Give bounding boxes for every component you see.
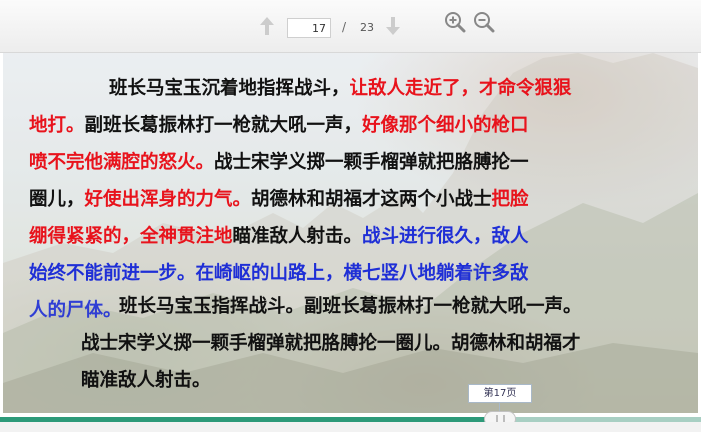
paragraph-summary: 班长马宝玉指挥战斗。副班长葛振林打一枪就大吼一声。战士宋学义掷一颗手榴弹就把胳膊… (81, 288, 641, 399)
arrow-up-icon[interactable] (257, 14, 277, 38)
zoom-in-icon[interactable] (444, 11, 466, 33)
text-run: 圈儿， (29, 189, 85, 210)
text-line: 圈儿，好使出浑身的力气。胡德林和胡福才这两个小战士把脸 (29, 181, 629, 218)
tooltip-stem (499, 403, 500, 411)
text-run: 班长马宝玉沉着地指挥战斗， (109, 78, 350, 99)
summary-line: 班长马宝玉指挥战斗。副班长葛振林打一枪就大吼一声。 (119, 296, 582, 317)
text-run: 好像那个细小的枪口 (362, 115, 529, 136)
text-run: 把脸 (491, 189, 529, 210)
text-run: 胡德林和胡福才这两个小战士 (251, 189, 492, 210)
text-run: 瞄准敌人射击。 (232, 226, 363, 247)
summary-line: 战士宋学义掷一颗手榴弹就把胳膊抡一圈儿。胡德林和胡福才 (81, 333, 581, 354)
slide-canvas: 班长马宝玉沉着地指挥战斗，让敌人走近了，才命令狠狠 地打。副班长葛振林打一枪就大吼… (3, 53, 698, 413)
text-run: 始终不能前进一步。在崎岖的山路上，横七竖八地躺着许多敌 (29, 263, 529, 284)
text-run: 绷得紧紧的，全神贯注地 (29, 226, 233, 247)
total-pages: 23 (360, 21, 374, 34)
text-line: 班长马宝玉沉着地指挥战斗，让敌人走近了，才命令狠狠 (69, 70, 629, 107)
page-separator: / (342, 20, 347, 34)
page-number-input[interactable] (287, 18, 331, 38)
summary-line: 瞄准敌人射击。 (81, 370, 211, 391)
toolbar: / 23 (0, 0, 701, 53)
text-run: 让敌人走近了，才命令狠狠 (349, 78, 572, 99)
text-run: 地打。 (29, 115, 85, 136)
text-line: 地打。副班长葛振林打一枪就大吼一声，好像那个细小的枪口 (29, 107, 629, 144)
bottom-bar (0, 422, 701, 432)
text-line: 始终不能前进一步。在崎岖的山路上，横七竖八地躺着许多敌 (29, 255, 629, 292)
text-run: 战士宋学义掷一颗手榴弹就把胳膊抡一 (214, 152, 529, 173)
arrow-down-icon[interactable] (383, 14, 403, 38)
text-line: 喷不完他满腔的怒火。战士宋学义掷一颗手榴弹就把胳膊抡一 (29, 144, 629, 181)
text-line: 绷得紧紧的，全神贯注地瞄准敌人射击。战斗进行很久，敌人 (29, 218, 629, 255)
text-run: 战斗进行很久，敌人 (362, 226, 529, 247)
text-run: 喷不完他满腔的怒火。 (29, 152, 215, 173)
text-run: 副班长葛振林打一枪就大吼一声， (84, 115, 363, 136)
zoom-out-icon[interactable] (473, 11, 495, 33)
text-run: 好使出浑身的力气。 (84, 189, 252, 210)
